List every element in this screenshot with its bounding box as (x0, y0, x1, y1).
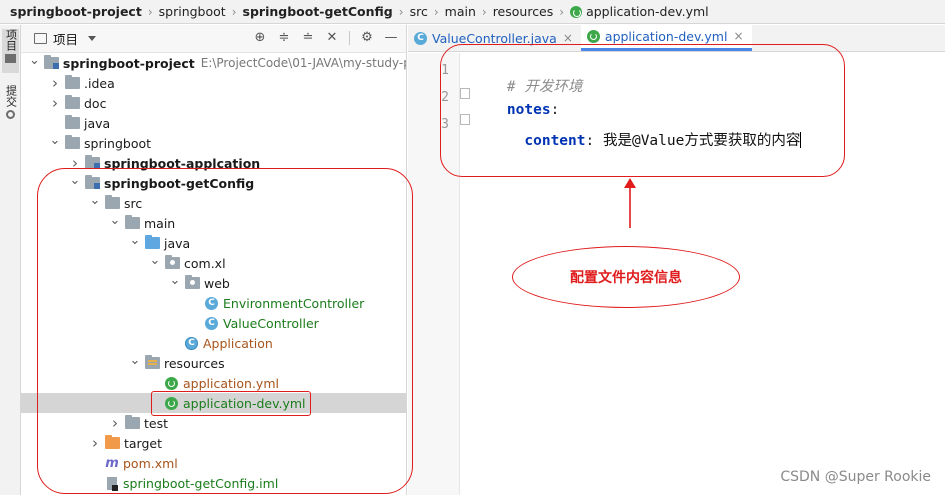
highlight-module-outline (37, 168, 413, 494)
project-path: E:\ProjectCode\01-JAVA\my-study-pro (200, 56, 407, 70)
hide-icon[interactable]: — (384, 31, 398, 45)
chevron-right-icon: › (433, 4, 439, 19)
annotation-label: 配置文件内容信息 (512, 246, 740, 308)
chevron-right-icon: › (147, 4, 153, 19)
close-icon[interactable]: × (733, 29, 743, 43)
chevron-down-icon[interactable]: ⌄ (29, 53, 40, 68)
breadcrumb-label: springboot (158, 4, 226, 19)
chevron-down-icon[interactable]: ⌄ (49, 133, 61, 148)
folder-icon (65, 75, 80, 89)
chevron-right-icon: › (481, 4, 487, 19)
annotation-arrow (624, 178, 636, 228)
commit-tool-label: 提交 (4, 85, 18, 107)
folder-icon (5, 54, 16, 63)
chevron-down-icon[interactable] (88, 36, 97, 41)
locate-icon[interactable]: ⊕ (253, 31, 267, 45)
commit-tool-tab[interactable]: 提交 (2, 85, 19, 129)
collapse-all-icon[interactable]: ≑ (277, 31, 291, 45)
breadcrumb-label: src (409, 4, 428, 19)
breadcrumb-label: springboot-getConfig (242, 4, 393, 19)
java-class-icon: C (414, 31, 427, 45)
tree-item-label: java (84, 115, 111, 131)
tree-item[interactable]: › doc (21, 93, 406, 113)
breadcrumb-item[interactable]: src (410, 4, 428, 19)
tree-item-label: springboot (84, 135, 152, 151)
watermark: CSDN @Super Rookie (780, 469, 931, 485)
project-tool-label: 项目 (4, 29, 18, 51)
settings-icon[interactable]: ⚙ (360, 31, 374, 45)
commit-icon (6, 110, 15, 119)
module-folder-icon (43, 55, 59, 69)
chevron-right-icon: › (231, 4, 237, 19)
left-tool-strip: 项目 提交 (0, 25, 21, 495)
chevron-right-icon[interactable]: › (49, 94, 61, 112)
chevron-right-icon: › (398, 4, 404, 19)
folder-icon (65, 115, 80, 129)
yml-icon (570, 5, 583, 18)
tree-item[interactable]: › .idea (21, 73, 406, 93)
close-panel-icon[interactable]: ✕ (325, 31, 339, 45)
breadcrumb-item[interactable]: springboot-project (10, 4, 142, 19)
project-view-icon (34, 33, 47, 44)
folder-icon (65, 135, 80, 149)
expand-all-icon[interactable]: ≐ (301, 31, 315, 45)
highlight-file-outline (151, 391, 311, 416)
tree-item[interactable]: ⌄ springboot (21, 133, 406, 153)
breadcrumb-item[interactable]: application-dev.yml (570, 4, 709, 19)
breadcrumb-item[interactable]: main (445, 4, 476, 19)
highlight-editor-outline (440, 44, 845, 177)
tree-item-label: doc (84, 95, 107, 111)
toolbar-divider (349, 31, 350, 45)
chevron-right-icon[interactable]: › (49, 74, 61, 92)
close-icon[interactable]: × (563, 31, 573, 45)
tab-label: application-dev.yml (604, 28, 728, 44)
tree-item-label: springboot-project (62, 55, 195, 71)
breadcrumb-item[interactable]: springboot-getConfig (243, 4, 393, 19)
project-toolbar: 项目 ⊕ ≑ ≐ ✕ ⚙ — (21, 25, 406, 53)
yml-icon (586, 29, 600, 43)
breadcrumb-label: main (444, 4, 476, 19)
tree-item[interactable]: ›java (21, 113, 406, 133)
breadcrumb: springboot-project › springboot › springboot… (0, 0, 945, 24)
breadcrumb-item[interactable]: springboot (159, 4, 226, 19)
breadcrumb-label: resources (492, 4, 554, 19)
breadcrumb-label: application-dev.yml (586, 4, 709, 19)
breadcrumb-label: springboot-project (10, 4, 142, 19)
tree-item-label: .idea (84, 75, 115, 91)
folder-icon (65, 95, 80, 109)
project-tool-tab[interactable]: 项目 (2, 29, 19, 73)
project-toolbar-icons: ⊕ ≑ ≐ ✕ ⚙ — (253, 31, 398, 45)
tree-item[interactable]: ⌄ springboot-project E:\ProjectCode\01-JAV… (21, 53, 406, 73)
project-panel-title[interactable]: 项目 (53, 29, 78, 48)
chevron-right-icon: › (559, 4, 565, 19)
breadcrumb-item[interactable]: resources (493, 4, 554, 19)
